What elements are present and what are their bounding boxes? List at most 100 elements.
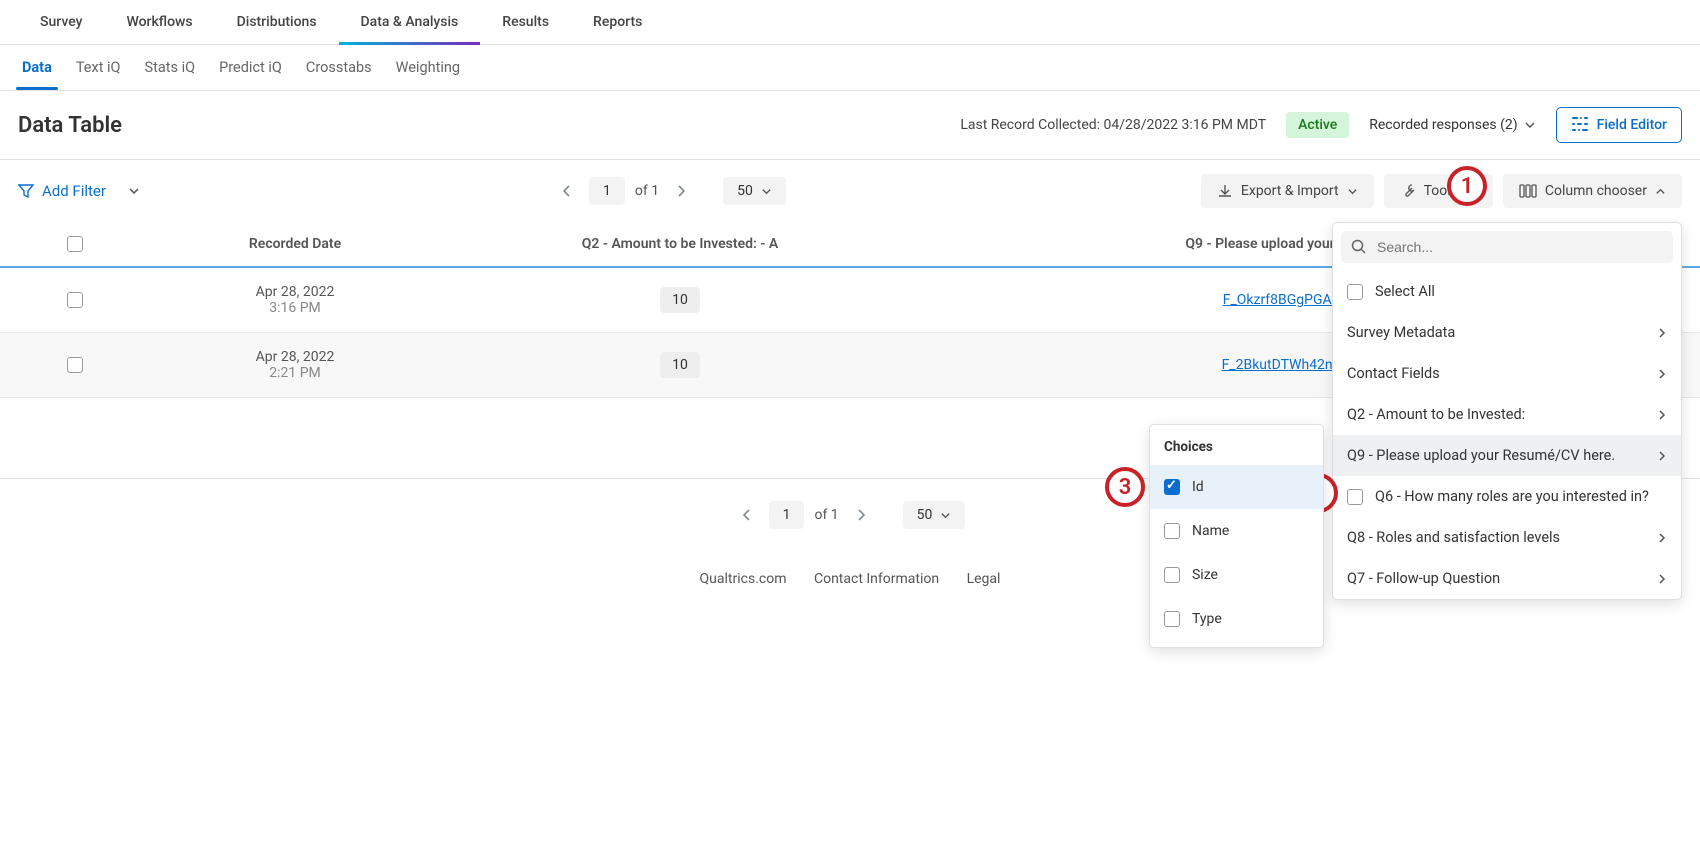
choice-size-checkbox[interactable] <box>1164 567 1180 583</box>
recorded-responses-label: Recorded responses (2) <box>1369 117 1517 133</box>
row-checkbox[interactable] <box>67 292 83 308</box>
tab-data-analysis[interactable]: Data & Analysis <box>339 0 481 44</box>
subtab-predictiq[interactable]: Predict iQ <box>209 45 292 90</box>
chooser-label: Q9 - Please upload your Resumé/CV here. <box>1347 447 1615 464</box>
chevron-right-icon <box>1657 327 1667 339</box>
page-header: Data Table Last Record Collected: 04/28/… <box>0 91 1700 160</box>
footer-next-page-button[interactable] <box>849 504 873 526</box>
status-badge: Active <box>1286 112 1349 138</box>
row-q2-value: 10 <box>660 352 700 378</box>
chevron-down-icon <box>940 510 951 521</box>
footer-prev-page-button[interactable] <box>735 504 759 526</box>
column-search-input[interactable] <box>1341 231 1673 263</box>
chooser-label: Q6 - How many roles are you interested i… <box>1375 488 1649 505</box>
chevron-down-icon <box>761 186 772 197</box>
chooser-q9[interactable]: Q9 - Please upload your Resumé/CV here. <box>1333 435 1681 476</box>
chooser-label: Q2 - Amount to be Invested: <box>1347 406 1525 423</box>
choices-header: Choices <box>1150 425 1323 465</box>
choice-name-checkbox[interactable] <box>1164 523 1180 539</box>
chevron-right-icon <box>1657 450 1667 462</box>
choice-type[interactable]: Type <box>1150 597 1323 641</box>
column-chooser-popup: Select All Survey Metadata Contact Field… <box>1332 222 1682 600</box>
choice-type-checkbox[interactable] <box>1164 611 1180 627</box>
choice-size[interactable]: Size <box>1150 553 1323 597</box>
footer-page-size-value: 50 <box>917 507 933 523</box>
page-of-text: of 1 <box>635 183 659 199</box>
choice-type-label: Type <box>1192 611 1222 627</box>
prev-page-button[interactable] <box>555 180 579 202</box>
table-toolbar: Add Filter 1 of 1 50 Export & Import <box>0 160 1700 222</box>
tab-survey[interactable]: Survey <box>18 0 104 44</box>
footer-contact-link[interactable]: Contact Information <box>814 571 939 587</box>
footer-page-number-input[interactable]: 1 <box>769 501 805 529</box>
select-all-rows-checkbox[interactable] <box>67 236 83 252</box>
wrench-icon <box>1400 183 1416 199</box>
chevron-right-icon <box>1657 532 1667 544</box>
field-editor-button[interactable]: Field Editor <box>1556 107 1682 143</box>
row-date: Apr 28, 2022 <box>130 349 460 365</box>
choice-name-label: Name <box>1192 523 1229 539</box>
add-filter-label: Add Filter <box>42 182 106 200</box>
select-all-checkbox[interactable] <box>1347 284 1363 300</box>
choices-popup: Choices Id Name Size Type 3 <box>1149 424 1324 648</box>
select-all-item[interactable]: Select All <box>1333 271 1681 312</box>
export-import-label: Export & Import <box>1241 183 1339 199</box>
chevron-down-icon <box>1347 186 1358 197</box>
col-header-q2[interactable]: Q2 - Amount to be Invested: - A <box>460 236 900 252</box>
column-chooser-button[interactable]: Column chooser <box>1503 174 1682 208</box>
add-filter-button[interactable]: Add Filter <box>18 182 106 200</box>
primary-nav: Survey Workflows Distributions Data & An… <box>0 0 1700 45</box>
page-size-dropdown[interactable]: 50 <box>723 177 786 205</box>
choice-size-label: Size <box>1192 567 1218 583</box>
annotation-1: 1 <box>1447 166 1487 206</box>
footer-legal-link[interactable]: Legal <box>967 571 1001 587</box>
row-time: 3:16 PM <box>130 300 460 316</box>
q6-checkbox[interactable] <box>1347 489 1363 505</box>
tab-reports[interactable]: Reports <box>571 0 664 44</box>
footer-page-of-text: of 1 <box>814 507 838 523</box>
tab-workflows[interactable]: Workflows <box>104 0 214 44</box>
chooser-label: Survey Metadata <box>1347 324 1455 341</box>
columns-icon <box>1519 183 1537 199</box>
chooser-label: Contact Fields <box>1347 365 1440 382</box>
chooser-contact-fields[interactable]: Contact Fields <box>1333 353 1681 394</box>
search-icon <box>1351 239 1367 255</box>
field-editor-label: Field Editor <box>1597 117 1667 133</box>
chooser-q8[interactable]: Q8 - Roles and satisfaction levels <box>1333 517 1681 558</box>
row-checkbox[interactable] <box>67 357 83 373</box>
row-q2-value: 10 <box>660 287 700 313</box>
tab-results[interactable]: Results <box>480 0 571 44</box>
subtab-data[interactable]: Data <box>12 45 62 90</box>
chevron-right-icon <box>1657 573 1667 585</box>
chevron-down-icon <box>1524 119 1536 131</box>
annotation-3: 3 <box>1105 467 1145 507</box>
subtab-crosstabs[interactable]: Crosstabs <box>296 45 382 90</box>
chooser-q7[interactable]: Q7 - Follow-up Question <box>1333 558 1681 599</box>
chevron-right-icon <box>1657 368 1667 380</box>
tab-distributions[interactable]: Distributions <box>215 0 339 44</box>
filter-dropdown-chevron[interactable] <box>128 185 140 197</box>
recorded-responses-dropdown[interactable]: Recorded responses (2) <box>1369 117 1535 133</box>
chooser-q6[interactable]: Q6 - How many roles are you interested i… <box>1333 476 1681 517</box>
row-time: 2:21 PM <box>130 365 460 381</box>
footer-page-size-dropdown[interactable]: 50 <box>903 501 966 529</box>
subtab-weighting[interactable]: Weighting <box>386 45 470 90</box>
subtab-textiq[interactable]: Text iQ <box>66 45 131 90</box>
page-number-input[interactable]: 1 <box>589 177 625 205</box>
download-icon <box>1217 183 1233 199</box>
last-record-text: Last Record Collected: 04/28/2022 3:16 P… <box>960 117 1266 133</box>
footer-qualtrics-link[interactable]: Qualtrics.com <box>700 571 787 587</box>
column-search-field[interactable] <box>1377 239 1663 255</box>
subtab-statsiq[interactable]: Stats iQ <box>135 45 206 90</box>
row-date: Apr 28, 2022 <box>130 284 460 300</box>
column-chooser-label: Column chooser <box>1545 183 1647 199</box>
col-header-recorded-date[interactable]: Recorded Date <box>130 236 460 252</box>
export-import-button[interactable]: Export & Import <box>1201 174 1374 208</box>
chooser-survey-metadata[interactable]: Survey Metadata <box>1333 312 1681 353</box>
chooser-q2[interactable]: Q2 - Amount to be Invested: <box>1333 394 1681 435</box>
choice-id-checkbox[interactable] <box>1164 479 1180 495</box>
choice-name[interactable]: Name <box>1150 509 1323 553</box>
next-page-button[interactable] <box>669 180 693 202</box>
choice-id[interactable]: Id <box>1150 465 1323 509</box>
chooser-label: Q8 - Roles and satisfaction levels <box>1347 529 1560 546</box>
